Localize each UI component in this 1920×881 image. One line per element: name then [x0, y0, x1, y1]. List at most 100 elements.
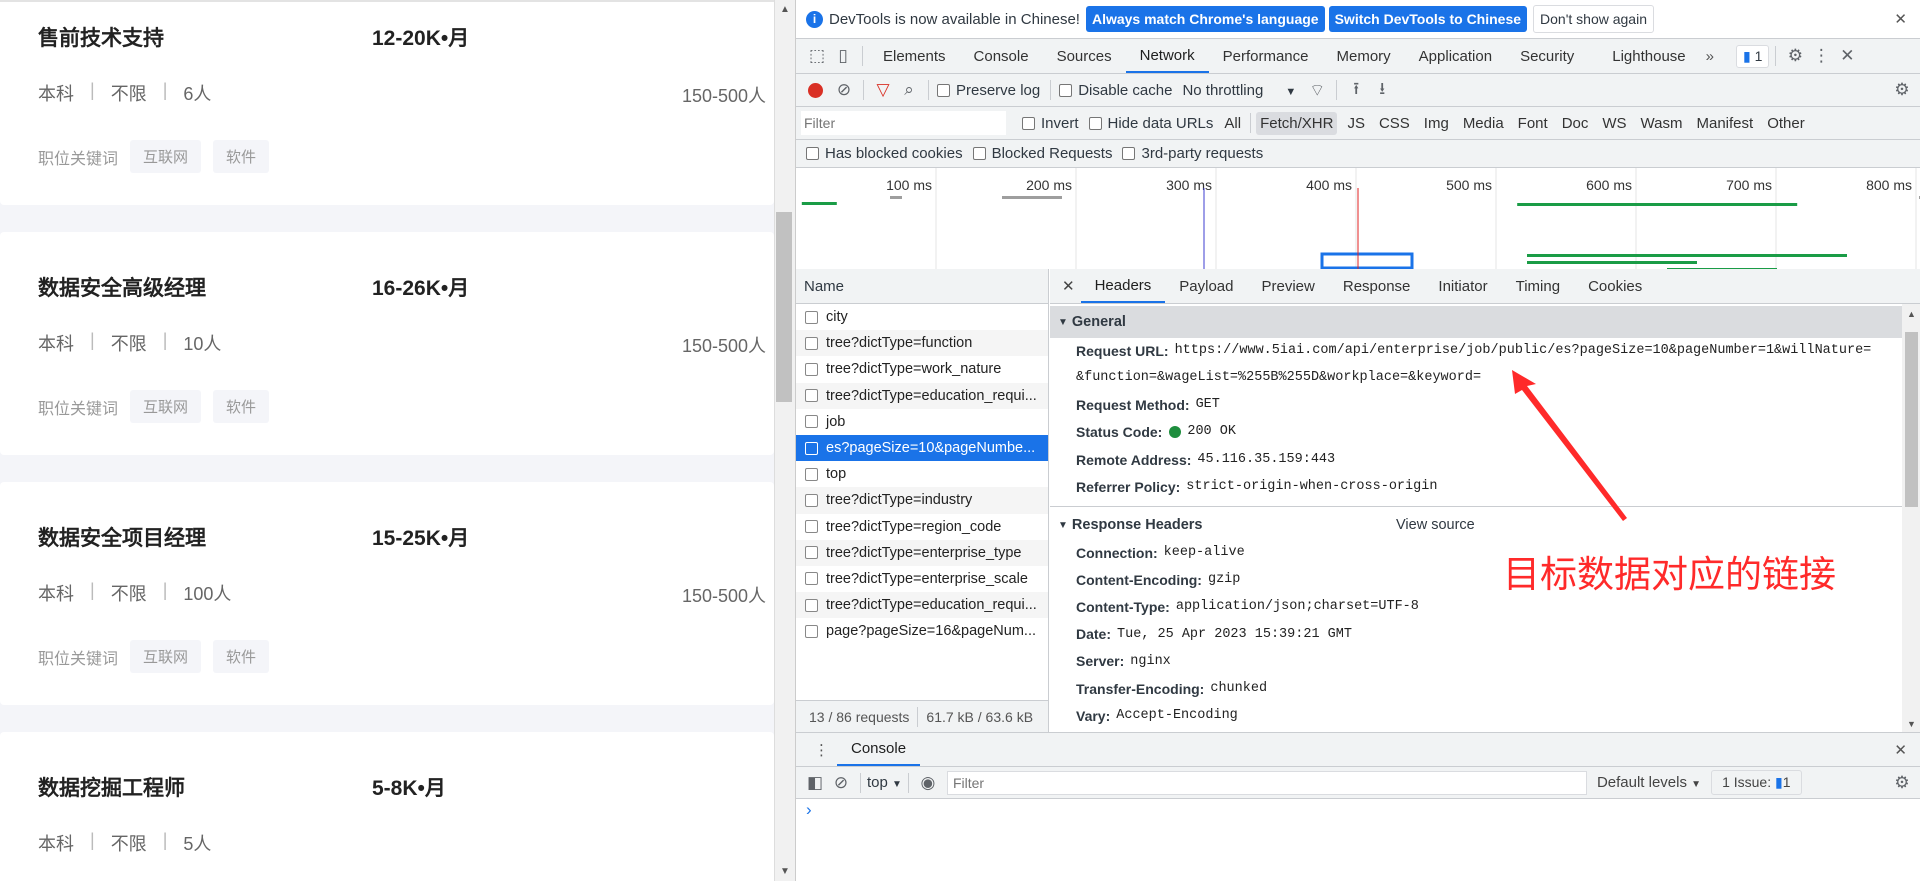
tab-lighthouse[interactable]: Lighthouse	[1598, 39, 1699, 73]
context-select[interactable]: top ▼	[867, 774, 902, 791]
console-prompt[interactable]: ›	[806, 800, 812, 820]
clear-console-icon[interactable]: ⊘	[828, 773, 854, 793]
request-row[interactable]: tree?dictType=education_requi...	[796, 382, 1048, 409]
filter-type-manifest[interactable]: Manifest	[1697, 115, 1754, 132]
tab-application[interactable]: Application	[1405, 39, 1506, 73]
filter-icon[interactable]: ▽	[870, 80, 896, 100]
close-devtools-icon[interactable]: ✕	[1834, 46, 1860, 66]
keyword-tag[interactable]: 互联网	[130, 390, 202, 423]
detail-tab-payload[interactable]: Payload	[1165, 269, 1247, 303]
tab-elements[interactable]: Elements	[869, 39, 960, 73]
drawer-menu-icon[interactable]: ⋮	[814, 741, 829, 759]
network-overview-timeline[interactable]: 100 ms 200 ms 300 ms 400 ms 500 ms 600 ms 700 …	[796, 168, 1920, 269]
general-section-header[interactable]: ▼ General	[1050, 306, 1902, 338]
tab-console[interactable]: Console	[960, 39, 1043, 73]
name-column-header[interactable]: Name	[796, 269, 1048, 304]
request-row[interactable]: page?pageSize=16&pageNum...	[796, 618, 1048, 645]
match-language-button[interactable]: Always match Chrome's language	[1085, 6, 1325, 32]
search-icon[interactable]: ⌕	[896, 80, 922, 100]
job-card[interactable]: 数据安全高级经理 16-26K•月 本科 | 不限 | 10人 150-500人 职位关键词…	[0, 232, 774, 455]
filter-type-js[interactable]: JS	[1347, 115, 1365, 132]
request-row[interactable]: tree?dictType=industry	[796, 487, 1048, 514]
tab-network[interactable]: Network	[1125, 39, 1209, 73]
disable-cache-checkbox[interactable]	[1059, 83, 1073, 97]
network-settings-icon[interactable]: ⚙	[1889, 80, 1915, 100]
keyword-tag[interactable]: 软件	[213, 640, 270, 673]
filter-type-media[interactable]: Media	[1463, 115, 1504, 132]
filter-type-font[interactable]: Font	[1518, 115, 1548, 132]
more-options-icon[interactable]: ⋮	[1808, 46, 1834, 66]
console-filter-input[interactable]	[946, 770, 1587, 795]
job-title[interactable]: 数据安全项目经理	[38, 522, 206, 552]
export-har-icon[interactable]: ⭳	[1369, 76, 1395, 105]
detail-tab-timing[interactable]: Timing	[1502, 269, 1574, 303]
console-settings-icon[interactable]: ⚙	[1889, 773, 1915, 793]
page-scrollbar-thumb[interactable]	[776, 212, 792, 402]
detail-tab-response[interactable]: Response	[1329, 269, 1425, 303]
tab-sources[interactable]: Sources	[1043, 39, 1126, 73]
network-conditions-icon[interactable]: ⌔	[1304, 80, 1330, 101]
device-toolbar-icon[interactable]: ▯	[830, 46, 856, 66]
job-card[interactable]: 数据挖掘工程师 5-8K•月 本科 | 不限 | 5人	[0, 732, 774, 881]
keyword-tag[interactable]: 互联网	[130, 140, 202, 173]
issues-button[interactable]: 1 Issue: ▮1	[1711, 770, 1802, 795]
dont-show-again-button[interactable]: Don't show again	[1533, 5, 1654, 33]
request-row[interactable]: tree?dictType=education_requi...	[796, 592, 1048, 619]
request-row[interactable]: tree?dictType=work_nature	[796, 356, 1048, 383]
detail-tab-preview[interactable]: Preview	[1248, 269, 1329, 303]
job-title[interactable]: 售前技术支持	[38, 22, 164, 52]
live-expression-eye-icon[interactable]: ◉	[915, 773, 941, 793]
tab-security[interactable]: Security	[1506, 39, 1588, 73]
request-row[interactable]: city	[796, 304, 1048, 331]
hide-data-urls-checkbox[interactable]	[1088, 116, 1102, 130]
request-row[interactable]: tree?dictType=function	[796, 330, 1048, 357]
request-row[interactable]: tree?dictType=region_code	[796, 513, 1048, 540]
filter-type-ws[interactable]: WS	[1602, 115, 1626, 132]
filter-type-img[interactable]: Img	[1424, 115, 1449, 132]
sidebar-toggle-icon[interactable]: ◧	[802, 773, 828, 793]
filter-type-wasm[interactable]: Wasm	[1641, 115, 1683, 132]
filter-type-fetch-xhr[interactable]: Fetch/XHR	[1256, 111, 1338, 135]
record-icon[interactable]	[808, 82, 823, 98]
log-levels-select[interactable]: Default levels ▼	[1597, 774, 1701, 791]
filter-input[interactable]	[801, 111, 1006, 135]
tab-performance[interactable]: Performance	[1209, 39, 1323, 73]
drawer-tab-console[interactable]: Console	[837, 733, 921, 766]
filter-type-css[interactable]: CSS	[1379, 115, 1410, 132]
page-scrollbar[interactable]: ▲ ▼	[774, 0, 795, 881]
view-source-link[interactable]: View source	[1396, 517, 1475, 533]
inspect-element-icon[interactable]: ⬚	[804, 46, 830, 66]
import-har-icon[interactable]: ⭱	[1343, 76, 1369, 105]
detail-tab-cookies[interactable]: Cookies	[1574, 269, 1656, 303]
filter-type-doc[interactable]: Doc	[1562, 115, 1589, 132]
keyword-tag[interactable]: 软件	[213, 390, 270, 423]
invert-checkbox[interactable]	[1022, 116, 1035, 130]
settings-gear-icon[interactable]: ⚙	[1782, 46, 1808, 66]
keyword-tag[interactable]: 软件	[213, 140, 270, 173]
close-infobar-icon[interactable]: ✕	[1894, 10, 1907, 28]
job-title[interactable]: 数据挖掘工程师	[38, 772, 185, 802]
close-detail-icon[interactable]: ✕	[1062, 277, 1075, 295]
detail-scrollbar[interactable]: ▲ ▼	[1902, 304, 1920, 732]
request-row[interactable]: tree?dictType=enterprise_scale	[796, 565, 1048, 593]
more-tabs-icon[interactable]: »	[1706, 48, 1714, 65]
request-row[interactable]: tree?dictType=enterprise_type	[796, 539, 1048, 566]
request-row[interactable]: es?pageSize=10&pageNumbe...	[796, 434, 1048, 462]
filter-type-all[interactable]: All	[1224, 115, 1241, 132]
keyword-tag[interactable]: 互联网	[130, 640, 202, 673]
switch-chinese-button[interactable]: Switch DevTools to Chinese	[1328, 6, 1528, 32]
preserve-log-checkbox[interactable]	[937, 83, 950, 97]
blocked-requests-checkbox[interactable]	[972, 147, 986, 160]
job-title[interactable]: 数据安全高级经理	[38, 272, 206, 302]
throttling-select[interactable]: No throttling ▼	[1182, 82, 1296, 99]
clear-icon[interactable]: ⊘	[831, 80, 857, 100]
blocked-cookies-checkbox[interactable]	[806, 147, 819, 160]
issues-badge[interactable]: ▮ 1	[1736, 44, 1770, 68]
filter-type-other[interactable]: Other	[1767, 115, 1805, 132]
response-headers-section-header[interactable]: ▼ Response Headers View source	[1050, 509, 1902, 541]
request-row[interactable]: job	[796, 408, 1048, 435]
request-row[interactable]: top	[796, 461, 1048, 488]
close-drawer-icon[interactable]: ✕	[1894, 741, 1907, 759]
tab-memory[interactable]: Memory	[1323, 39, 1405, 73]
detail-tab-initiator[interactable]: Initiator	[1424, 269, 1501, 303]
